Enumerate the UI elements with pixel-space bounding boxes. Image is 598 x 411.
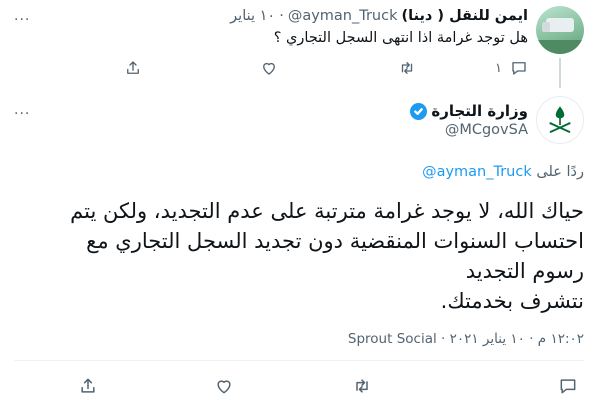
truck-cab-shape (542, 22, 550, 32)
parent-retweet-button[interactable] (398, 58, 416, 78)
main-tweet-header: وزارة التجارة @MCgovSA ... (0, 96, 598, 146)
share-icon (127, 61, 139, 74)
main-more-options-button[interactable]: ... (14, 102, 30, 118)
main-tweet-actions (0, 376, 598, 398)
main-author-avatar[interactable] (536, 96, 584, 144)
main-author-name-row: وزارة التجارة (410, 102, 528, 120)
divider (14, 360, 584, 361)
main-author-handle[interactable]: @MCgovSA (445, 122, 528, 138)
main-tweet-text: حياك الله، لا يوجد غرامة مترتبة على عدم … (9, 196, 584, 316)
retweet-icon (401, 62, 413, 74)
saudi-emblem-icon (549, 106, 571, 133)
parent-author-name[interactable]: ايمن للنقل ( دينا) (402, 8, 529, 24)
parent-like-button[interactable] (260, 58, 278, 78)
tweet-source-link[interactable]: Sprout Social (348, 331, 437, 347)
main-author-name[interactable]: وزارة التجارة (431, 102, 528, 120)
meta-separator: · (441, 331, 446, 347)
tweet-time[interactable]: ١٢:٠٢ م (538, 331, 584, 347)
tweet-date[interactable]: ١٠ يناير ٢٠٢١ (450, 331, 525, 347)
retweet-icon (356, 379, 368, 393)
parent-more-options-button[interactable]: ... (14, 8, 30, 24)
avatar-ground (536, 40, 584, 54)
tweet-metadata: ١٢:٠٢ م · ١٠ يناير ٢٠٢١ · Sprout Social (348, 331, 584, 347)
parent-tweet-text: هل توجد غرامة اذا انتهى السجل التجاري ؟ (273, 30, 528, 46)
truck-icon (546, 18, 574, 32)
main-like-button[interactable] (214, 376, 234, 396)
parent-tweet-date[interactable]: ١٠ يناير (230, 8, 275, 24)
tweet-text-line: نتشرف بخدمتك. (440, 289, 584, 313)
replying-to-mention-link[interactable]: @ayman_Truck (422, 164, 532, 180)
parent-reply-button[interactable]: ١ (495, 58, 528, 78)
replying-to-line: ردًا على @ayman_Truck (422, 164, 584, 180)
tweet-text-line: رسوم التجديد (465, 259, 584, 283)
heart-icon (217, 380, 231, 394)
header-separator: · (279, 8, 284, 24)
parent-tweet[interactable]: ايمن للنقل ( دينا) @ayman_Truck · ١٠ ينا… (0, 0, 598, 84)
parent-author-handle[interactable]: @ayman_Truck (288, 8, 398, 24)
tweet-text-line: احتساب السنوات المنقضية دون تجديد السجل … (86, 229, 584, 253)
parent-tweet-header: ايمن للنقل ( دينا) @ayman_Truck · ١٠ ينا… (230, 8, 528, 24)
main-reply-button[interactable] (558, 376, 578, 396)
verified-badge-icon (410, 102, 428, 120)
main-share-button[interactable] (78, 376, 98, 396)
reply-icon (512, 62, 526, 75)
reply-icon (560, 379, 576, 394)
main-retweet-button[interactable] (352, 376, 372, 396)
replying-to-label: ردًا على (536, 164, 584, 180)
meta-separator: · (529, 331, 534, 347)
parent-author-avatar[interactable] (536, 6, 584, 54)
parent-tweet-actions: ١ (98, 58, 528, 78)
parent-share-button[interactable] (124, 58, 142, 78)
thread-connector-line (559, 58, 561, 88)
parent-reply-count: ١ (495, 60, 502, 76)
tweet-text-line: حياك الله، لا يوجد غرامة مترتبة على عدم … (70, 199, 584, 223)
heart-icon (263, 62, 275, 75)
share-icon (81, 378, 95, 393)
